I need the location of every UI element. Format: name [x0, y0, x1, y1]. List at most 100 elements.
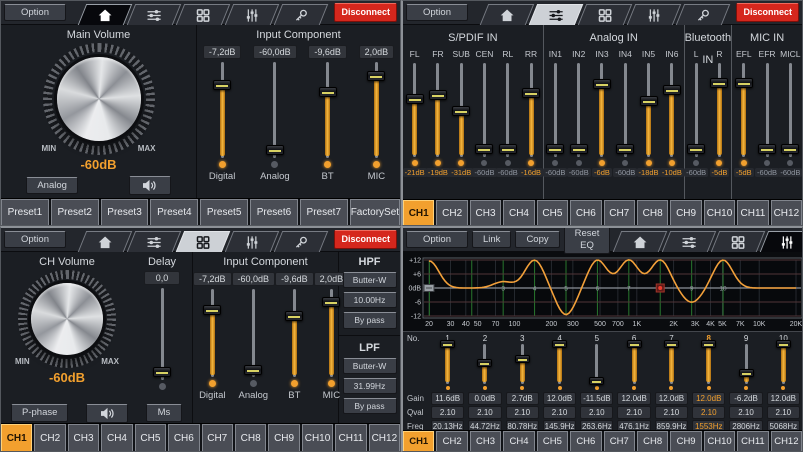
- lpf-bypass-button[interactable]: By pass: [343, 398, 397, 414]
- option-button[interactable]: Option: [406, 4, 468, 21]
- channel-tab-ch9[interactable]: CH9: [670, 200, 701, 225]
- slider-handle[interactable]: [640, 96, 658, 106]
- delay-unit-button[interactable]: Ms: [146, 404, 182, 421]
- level-slider[interactable]: [318, 62, 338, 158]
- level-slider[interactable]: [429, 63, 447, 157]
- nav-tab-eq[interactable]: [627, 4, 681, 25]
- band-number[interactable]: 5: [578, 334, 615, 343]
- hpf-type-button[interactable]: Butter-W: [343, 272, 397, 288]
- slider-handle[interactable]: [687, 144, 705, 154]
- nav-tab-mixer[interactable]: [127, 231, 181, 252]
- slider-handle[interactable]: [552, 340, 567, 348]
- disconnect-button[interactable]: Disconnect: [334, 230, 397, 249]
- channel-tab-ch11[interactable]: CH11: [737, 431, 768, 451]
- level-slider[interactable]: [546, 63, 564, 157]
- level-slider[interactable]: [735, 63, 753, 157]
- band-number[interactable]: 3: [504, 334, 541, 343]
- level-slider[interactable]: [775, 344, 791, 384]
- band-gain-value[interactable]: 2.7dB: [506, 392, 539, 405]
- channel-tab-ch4[interactable]: CH4: [101, 424, 132, 451]
- preset-tab-preset6[interactable]: Preset6: [250, 199, 298, 225]
- slider-handle[interactable]: [322, 297, 340, 307]
- level-slider[interactable]: [440, 344, 456, 384]
- level-slider[interactable]: [202, 289, 222, 377]
- channel-tab-ch4[interactable]: CH4: [503, 200, 534, 225]
- level-slider[interactable]: [243, 289, 263, 377]
- nav-tab-grid[interactable]: [711, 231, 765, 252]
- level-slider[interactable]: [552, 344, 568, 384]
- preset-tab-preset3[interactable]: Preset3: [101, 199, 149, 225]
- slider-handle[interactable]: [266, 145, 284, 155]
- lpf-type-button[interactable]: Butter-W: [343, 358, 397, 374]
- nav-tab-eq[interactable]: [225, 4, 279, 25]
- channel-tab-ch10[interactable]: CH10: [704, 200, 735, 225]
- channel-tab-ch8[interactable]: CH8: [235, 424, 266, 451]
- channel-tab-ch3[interactable]: CH3: [68, 424, 99, 451]
- nav-tab-grid[interactable]: [176, 4, 230, 25]
- band-number[interactable]: 9: [727, 334, 764, 343]
- nav-tab-grid[interactable]: [578, 4, 632, 25]
- channel-tab-ch4[interactable]: CH4: [503, 431, 534, 451]
- nav-tab-home[interactable]: [78, 4, 132, 25]
- channel-tab-ch1[interactable]: CH1: [403, 200, 434, 225]
- band-qval-value[interactable]: 2.10: [543, 406, 576, 419]
- band-gain-value[interactable]: 0.0dB: [468, 392, 501, 405]
- mute-button[interactable]: [129, 176, 171, 195]
- level-slider[interactable]: [781, 63, 799, 157]
- hpf-bypass-button[interactable]: By pass: [343, 312, 397, 328]
- level-slider[interactable]: [212, 62, 232, 158]
- level-slider[interactable]: [477, 344, 493, 384]
- channel-tab-ch3[interactable]: CH3: [470, 431, 501, 451]
- option-button[interactable]: Option: [406, 231, 468, 248]
- slider-handle[interactable]: [452, 106, 470, 116]
- band-qval-value[interactable]: 2.10: [468, 406, 501, 419]
- slider-handle[interactable]: [627, 340, 642, 348]
- nav-tab-home[interactable]: [78, 231, 132, 252]
- preset-tab-preset4[interactable]: Preset4: [150, 199, 198, 225]
- band-qval-value[interactable]: 2.10: [617, 406, 650, 419]
- level-slider[interactable]: [701, 344, 717, 384]
- channel-tab-ch2[interactable]: CH2: [436, 431, 467, 451]
- level-slider[interactable]: [514, 344, 530, 384]
- band-qval-value[interactable]: 2.10: [729, 406, 762, 419]
- knob-cap[interactable]: [57, 57, 141, 141]
- disconnect-button[interactable]: Disconnect: [736, 3, 799, 22]
- band-qval-value[interactable]: 2.10: [692, 406, 725, 419]
- link-button[interactable]: Link: [472, 231, 511, 248]
- channel-tab-ch5[interactable]: CH5: [537, 431, 568, 451]
- slider-handle[interactable]: [203, 305, 221, 315]
- channel-tab-ch7[interactable]: CH7: [604, 200, 635, 225]
- preset-tab-preset5[interactable]: Preset5: [200, 199, 248, 225]
- band-qval-value[interactable]: 2.10: [506, 406, 539, 419]
- level-slider[interactable]: [499, 63, 517, 157]
- slider-handle[interactable]: [429, 90, 447, 100]
- band-qval-value[interactable]: 2.10: [431, 406, 464, 419]
- slider-handle[interactable]: [739, 369, 754, 377]
- band-qval-value[interactable]: 2.10: [580, 406, 613, 419]
- channel-tab-ch10[interactable]: CH10: [302, 424, 333, 451]
- level-slider[interactable]: [738, 344, 754, 384]
- eq-curve-graph[interactable]: +12+60dB-6-1220304050701002003005007001K…: [403, 252, 802, 332]
- mute-button[interactable]: [86, 404, 128, 423]
- channel-tab-ch5[interactable]: CH5: [135, 424, 166, 451]
- level-slider[interactable]: [626, 344, 642, 384]
- preset-tab-preset1[interactable]: Preset1: [1, 199, 49, 225]
- channel-tab-ch2[interactable]: CH2: [34, 424, 65, 451]
- nav-tab-eq[interactable]: [225, 231, 279, 252]
- preset-tab-preset2[interactable]: Preset2: [51, 199, 99, 225]
- slider-handle[interactable]: [522, 88, 540, 98]
- channel-tab-ch12[interactable]: CH12: [771, 431, 802, 451]
- channel-tab-ch5[interactable]: CH5: [537, 200, 568, 225]
- level-slider[interactable]: [589, 344, 605, 384]
- preset-tab-preset7[interactable]: Preset7: [300, 199, 348, 225]
- slider-handle[interactable]: [546, 144, 564, 154]
- slider-handle[interactable]: [477, 359, 492, 367]
- slider-handle[interactable]: [244, 365, 262, 375]
- nav-tab-home[interactable]: [480, 4, 534, 25]
- option-button[interactable]: Option: [4, 4, 66, 21]
- nav-tab-mixer[interactable]: [529, 4, 583, 25]
- nav-tab-key[interactable]: [274, 231, 328, 252]
- slider-handle[interactable]: [515, 355, 530, 363]
- slider-handle[interactable]: [319, 87, 337, 97]
- slider-handle[interactable]: [616, 144, 634, 154]
